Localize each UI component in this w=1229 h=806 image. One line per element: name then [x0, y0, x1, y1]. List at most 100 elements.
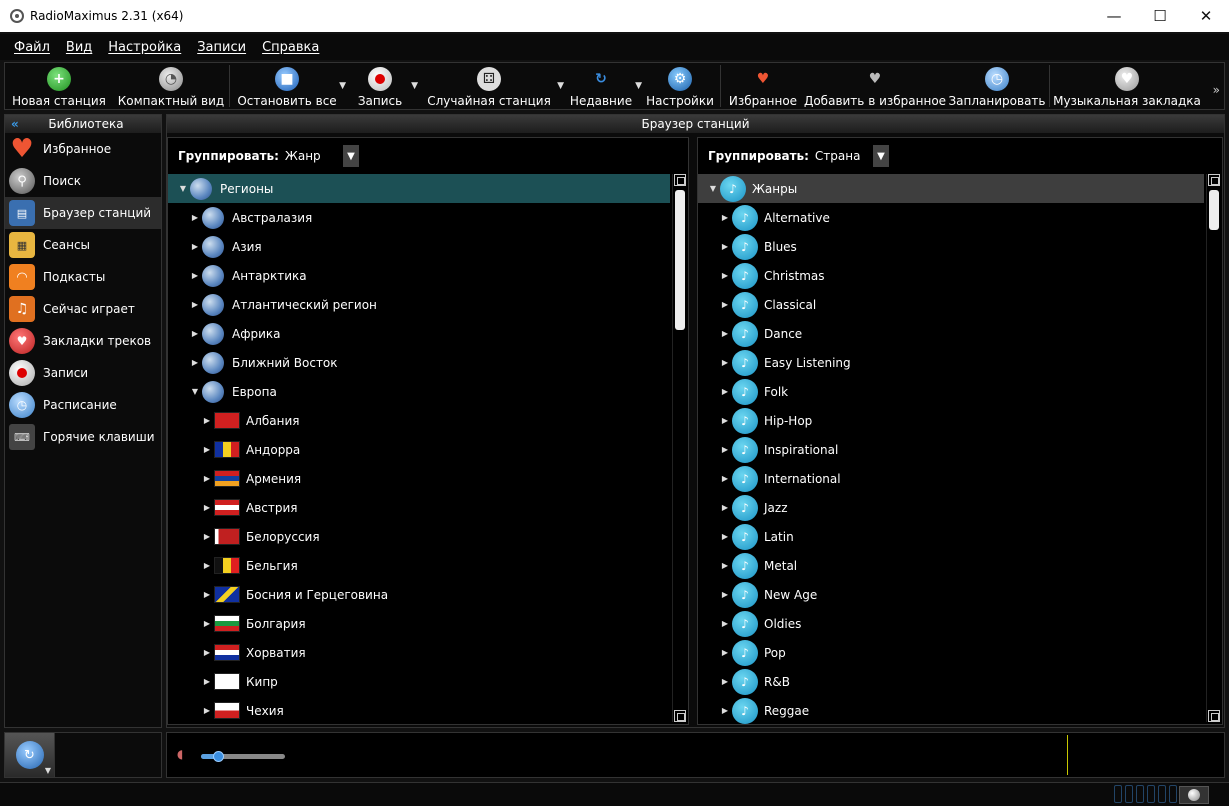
- collapsed-arrow-icon[interactable]: ▶: [202, 474, 212, 483]
- library-item[interactable]: Записи: [5, 357, 161, 389]
- favorites-button[interactable]: ♥ Избранное: [721, 63, 805, 109]
- close-button[interactable]: ✕: [1183, 0, 1229, 32]
- volume-knob[interactable]: [212, 751, 224, 762]
- region-tree-item[interactable]: ▶ Албания: [168, 406, 670, 435]
- menu-file[interactable]: Файл: [6, 40, 58, 55]
- expanded-arrow-icon[interactable]: ▼: [708, 184, 718, 193]
- genre-tree-item[interactable]: ▶ ♪ Christmas: [698, 261, 1204, 290]
- genre-tree-item[interactable]: ▶ ♪ Dance: [698, 319, 1204, 348]
- genre-tree-item[interactable]: ▶ ♪ Pop: [698, 638, 1204, 667]
- collapsed-arrow-icon[interactable]: ▶: [720, 213, 730, 222]
- collapsed-arrow-icon[interactable]: ▶: [720, 619, 730, 628]
- collapsed-arrow-icon[interactable]: ▶: [720, 445, 730, 454]
- region-tree-item[interactable]: ▶ Болгария: [168, 609, 670, 638]
- genre-tree-item[interactable]: ▶ ♪ Latin: [698, 522, 1204, 551]
- collapsed-arrow-icon[interactable]: ▶: [202, 677, 212, 686]
- region-tree-item[interactable]: ▶ Белоруссия: [168, 522, 670, 551]
- region-tree-item[interactable]: ▼ Регионы: [168, 174, 670, 203]
- music-bookmark-button[interactable]: ♥ Музыкальная закладка: [1050, 63, 1204, 109]
- region-tree-item[interactable]: ▶ Антарктика: [168, 261, 670, 290]
- collapsed-arrow-icon[interactable]: ▶: [720, 416, 730, 425]
- right-scroll-thumb[interactable]: [1209, 190, 1219, 230]
- collapsed-arrow-icon[interactable]: ▶: [720, 532, 730, 541]
- playback-dropdown-icon[interactable]: ▼: [45, 766, 51, 775]
- collapsed-arrow-icon[interactable]: ▶: [720, 561, 730, 570]
- genre-tree-item[interactable]: ▶ ♪ Jazz: [698, 493, 1204, 522]
- left-group-select[interactable]: Жанр: [282, 145, 343, 167]
- collapsed-arrow-icon[interactable]: ▶: [202, 445, 212, 454]
- collapsed-arrow-icon[interactable]: ▶: [720, 387, 730, 396]
- collapse-chevron-icon[interactable]: «: [11, 117, 31, 131]
- region-tree-item[interactable]: ▶ Азия: [168, 232, 670, 261]
- menu-records[interactable]: Записи: [189, 40, 254, 55]
- new-station-button[interactable]: + Новая станция: [5, 63, 113, 109]
- collapsed-arrow-icon[interactable]: ▶: [720, 648, 730, 657]
- collapsed-arrow-icon[interactable]: ▶: [202, 706, 212, 715]
- genre-tree-item[interactable]: ▶ ♪ Metal: [698, 551, 1204, 580]
- collapsed-arrow-icon[interactable]: ▶: [720, 590, 730, 599]
- collapsed-arrow-icon[interactable]: ▶: [720, 329, 730, 338]
- maximize-button[interactable]: ☐: [1137, 0, 1183, 32]
- collapsed-arrow-icon[interactable]: ▶: [720, 474, 730, 483]
- collapsed-arrow-icon[interactable]: ▶: [202, 590, 212, 599]
- library-item[interactable]: ◷ Расписание: [5, 389, 161, 421]
- collapsed-arrow-icon[interactable]: ▶: [190, 271, 200, 280]
- collapsed-arrow-icon[interactable]: ▶: [202, 503, 212, 512]
- region-tree-item[interactable]: ▶ Босния и Герцеговина: [168, 580, 670, 609]
- region-tree-item[interactable]: ▶ Ближний Восток: [168, 348, 670, 377]
- region-tree-item[interactable]: ▶ Армения: [168, 464, 670, 493]
- collapsed-arrow-icon[interactable]: ▶: [720, 242, 730, 251]
- collapsed-arrow-icon[interactable]: ▶: [720, 677, 730, 686]
- collapsed-arrow-icon[interactable]: ▶: [720, 503, 730, 512]
- genre-tree-item[interactable]: ▶ ♪ R&B: [698, 667, 1204, 696]
- genre-tree-item[interactable]: ▶ ♪ Alternative: [698, 203, 1204, 232]
- random-station-button[interactable]: ⚃ Случайная станция ▼: [416, 63, 564, 109]
- library-item[interactable]: ♫ Сейчас играет: [5, 293, 161, 325]
- library-item[interactable]: ⌨ Горячие клавиши: [5, 421, 161, 453]
- right-scroll-down-button[interactable]: [1208, 710, 1220, 722]
- region-tree-item[interactable]: ▶ Чехия: [168, 696, 670, 724]
- stop-all-button[interactable]: ■ Остановить все ▼: [230, 63, 346, 109]
- collapsed-arrow-icon[interactable]: ▶: [202, 619, 212, 628]
- speaker-icon[interactable]: ◖: [177, 747, 189, 763]
- collapsed-arrow-icon[interactable]: ▶: [190, 213, 200, 222]
- region-tree-item[interactable]: ▶ Африка: [168, 319, 670, 348]
- add-favorites-button[interactable]: ♥ Добавить в избранное: [804, 63, 946, 109]
- genre-tree-item[interactable]: ▶ ♪ International: [698, 464, 1204, 493]
- genre-tree-item[interactable]: ▶ ♪ Oldies: [698, 609, 1204, 638]
- left-scroll-thumb[interactable]: [675, 190, 685, 330]
- genre-tree-item[interactable]: ▶ ♪ Hip-Hop: [698, 406, 1204, 435]
- library-item[interactable]: ⚲ Поиск: [5, 165, 161, 197]
- collapsed-arrow-icon[interactable]: ▶: [202, 561, 212, 570]
- left-group-dropdown-icon[interactable]: ▼: [342, 145, 359, 167]
- genre-tree-item[interactable]: ▶ ♪ Classical: [698, 290, 1204, 319]
- volume-slider[interactable]: [201, 751, 285, 762]
- region-tree-item[interactable]: ▶ Кипр: [168, 667, 670, 696]
- right-group-dropdown-icon[interactable]: ▼: [872, 145, 889, 167]
- collapsed-arrow-icon[interactable]: ▶: [202, 416, 212, 425]
- settings-button[interactable]: ⚙ Настройки: [640, 63, 720, 109]
- left-scroll-up-button[interactable]: [674, 174, 686, 186]
- genre-tree-item[interactable]: ▶ ♪ Easy Listening: [698, 348, 1204, 377]
- collapsed-arrow-icon[interactable]: ▶: [202, 648, 212, 657]
- menu-settings[interactable]: Настройка: [100, 40, 189, 55]
- genre-tree-item[interactable]: ▶ ♪ Blues: [698, 232, 1204, 261]
- collapsed-arrow-icon[interactable]: ▶: [190, 242, 200, 251]
- right-scroll-up-button[interactable]: [1208, 174, 1220, 186]
- collapsed-arrow-icon[interactable]: ▶: [202, 532, 212, 541]
- genre-tree-item[interactable]: ▶ ♪ Folk: [698, 377, 1204, 406]
- collapsed-arrow-icon[interactable]: ▶: [720, 300, 730, 309]
- left-scrollbar[interactable]: [672, 174, 686, 722]
- playback-button[interactable]: ↻ ▼: [5, 733, 55, 777]
- expanded-arrow-icon[interactable]: ▼: [178, 184, 188, 193]
- library-item[interactable]: ♥ Закладки треков: [5, 325, 161, 357]
- right-group-select[interactable]: Страна: [812, 145, 873, 167]
- genre-tree-item[interactable]: ▶ ♪ Reggae: [698, 696, 1204, 724]
- library-item[interactable]: ♥ Избранное: [5, 133, 161, 165]
- genre-tree-item[interactable]: ▶ ♪ New Age: [698, 580, 1204, 609]
- genre-tree-item[interactable]: ▼ ♪ Жанры: [698, 174, 1204, 203]
- record-button[interactable]: Запись ▼: [344, 63, 418, 109]
- toolbar-overflow-icon[interactable]: »: [1213, 63, 1224, 109]
- library-item[interactable]: ◠ Подкасты: [5, 261, 161, 293]
- region-tree-item[interactable]: ▶ Австрия: [168, 493, 670, 522]
